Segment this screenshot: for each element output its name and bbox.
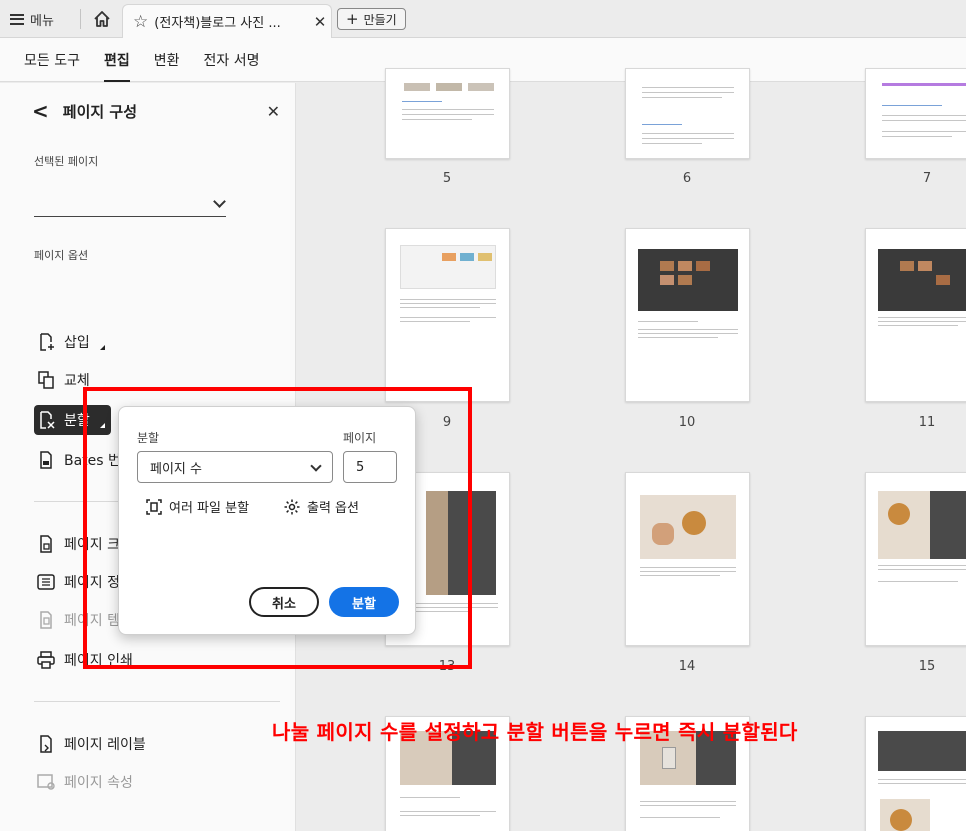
tab-convert[interactable]: 변환: [154, 38, 180, 82]
replace-page-icon: [38, 371, 54, 389]
page-number: 10: [678, 415, 696, 430]
page-number: 7: [922, 171, 932, 186]
menu-button[interactable]: 메뉴: [10, 8, 54, 30]
selected-pages-dropdown[interactable]: [34, 191, 226, 217]
divider: [80, 9, 81, 29]
document-tab[interactable]: ☆ (전자책)블로그 사진 ... ✕: [122, 4, 332, 38]
bates-number-icon: [40, 451, 52, 469]
page-thumbnail-6[interactable]: [625, 68, 750, 159]
insert-page-icon: [40, 333, 54, 351]
annotation-highlight-box: [83, 387, 472, 669]
page-layout-icon: [37, 574, 55, 590]
page-number: 15: [918, 659, 936, 674]
page-number: 11: [918, 415, 936, 430]
page-props-item[interactable]: 페이지 속성: [34, 767, 139, 797]
page-label-label: 페이지 레이블: [64, 737, 146, 753]
home-icon[interactable]: [92, 9, 112, 29]
insert-item[interactable]: 삽입: [34, 327, 111, 357]
close-tab-icon[interactable]: ✕: [309, 13, 331, 31]
page-thumbnail-10[interactable]: [625, 228, 750, 402]
page-thumbnail-19[interactable]: [865, 716, 966, 831]
page-thumbnail-7[interactable]: [865, 68, 966, 159]
tab-e-sign[interactable]: 전자 서명: [204, 38, 260, 82]
page-thumbnail-15[interactable]: [865, 472, 966, 646]
selected-pages-label: 선택된 페이지: [34, 155, 99, 168]
page-template-icon: [40, 611, 52, 629]
page-thumbnail-5[interactable]: [385, 68, 510, 159]
menu-label: 메뉴: [30, 13, 54, 29]
split-page-icon: [40, 411, 55, 429]
panel-header: < 페이지 구성 ✕: [32, 99, 280, 123]
page-number: 14: [678, 659, 696, 674]
panel-title: 페이지 구성: [62, 102, 137, 121]
divider: [34, 701, 280, 702]
create-button[interactable]: + 만들기: [337, 8, 406, 30]
top-tab-bar: 메뉴 ☆ (전자책)블로그 사진 ... ✕ + 만들기: [0, 0, 966, 38]
create-label: 만들기: [363, 12, 397, 27]
insert-label: 삽입: [64, 335, 90, 351]
tab-edit[interactable]: 편집: [103, 38, 130, 82]
page-number: 6: [682, 171, 692, 186]
page-thumbnail-14[interactable]: [625, 472, 750, 646]
page-thumbnail-9[interactable]: [385, 228, 510, 402]
close-panel-icon[interactable]: ✕: [267, 102, 280, 121]
page-size-icon: [40, 535, 52, 553]
star-icon[interactable]: ☆: [133, 12, 148, 32]
tab-all-tools[interactable]: 모든 도구: [24, 38, 80, 82]
printer-icon: [37, 651, 55, 669]
page-number: 5: [442, 171, 452, 186]
page-properties-icon: [37, 774, 55, 790]
hamburger-icon: [10, 13, 24, 25]
back-arrow-icon[interactable]: <: [32, 99, 49, 123]
chevron-down-icon: [213, 195, 226, 208]
submenu-indicator-icon: [99, 344, 105, 350]
annotation-caption: 나눌 페이지 수를 설정하고 분할 버튼을 누르면 즉시 분할된다: [272, 720, 798, 744]
page-thumbnail-11[interactable]: [865, 228, 966, 402]
page-props-label: 페이지 속성: [64, 775, 133, 791]
page-label-item[interactable]: 페이지 레이블: [34, 729, 152, 759]
document-tab-title: (전자책)블로그 사진 ...: [154, 16, 281, 31]
page-options-label: 페이지 옵션: [34, 249, 89, 262]
plus-icon: +: [346, 9, 359, 28]
page-label-icon: [40, 735, 52, 753]
